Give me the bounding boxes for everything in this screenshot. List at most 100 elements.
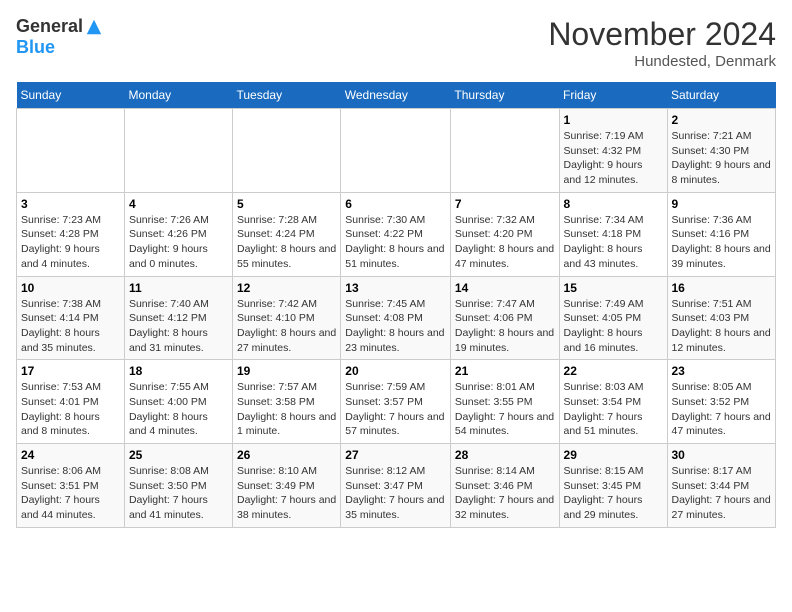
calendar-cell-w5-d2: 25 Sunrise: 8:08 AM Sunset: 3:50 PM Dayli… bbox=[124, 444, 232, 528]
calendar-week-5: 24 Sunrise: 8:06 AM Sunset: 3:51 PM Dayli… bbox=[17, 444, 776, 528]
calendar-cell-w1-d4 bbox=[341, 109, 451, 193]
day-info: Sunrise: 8:06 AM Sunset: 3:51 PM Dayligh… bbox=[21, 464, 120, 523]
day-info: Sunrise: 7:28 AM Sunset: 4:24 PM Dayligh… bbox=[237, 213, 336, 272]
day-number: 30 bbox=[672, 448, 772, 462]
day-number: 21 bbox=[455, 364, 555, 378]
calendar-cell-w5-d7: 30 Sunrise: 8:17 AM Sunset: 3:44 PM Dayli… bbox=[667, 444, 776, 528]
day-info: Sunrise: 8:03 AM Sunset: 3:54 PM Dayligh… bbox=[564, 380, 663, 439]
page-header: General Blue November 2024 Hundested, De… bbox=[16, 16, 776, 70]
header-saturday: Saturday bbox=[667, 82, 776, 109]
month-title: November 2024 bbox=[548, 16, 776, 53]
day-info: Sunrise: 7:51 AM Sunset: 4:03 PM Dayligh… bbox=[672, 297, 772, 356]
day-number: 9 bbox=[672, 197, 772, 211]
calendar-cell-w5-d3: 26 Sunrise: 8:10 AM Sunset: 3:49 PM Dayli… bbox=[233, 444, 341, 528]
day-number: 23 bbox=[672, 364, 772, 378]
day-number: 10 bbox=[21, 281, 120, 295]
calendar-cell-w2-d5: 7Sunrise: 7:32 AM Sunset: 4:20 PM Daylig… bbox=[450, 192, 559, 276]
day-info: Sunrise: 8:01 AM Sunset: 3:55 PM Dayligh… bbox=[455, 380, 555, 439]
calendar-cell-w2-d6: 8 Sunrise: 7:34 AM Sunset: 4:18 PM Daylig… bbox=[559, 192, 667, 276]
calendar-cell-w2-d4: 6Sunrise: 7:30 AM Sunset: 4:22 PM Daylig… bbox=[341, 192, 451, 276]
day-number: 1 bbox=[564, 113, 663, 127]
header-sunday: Sunday bbox=[17, 82, 125, 109]
calendar-cell-w1-d5 bbox=[450, 109, 559, 193]
day-number: 25 bbox=[129, 448, 228, 462]
calendar-cell-w1-d3 bbox=[233, 109, 341, 193]
day-info: Sunrise: 8:14 AM Sunset: 3:46 PM Dayligh… bbox=[455, 464, 555, 523]
calendar-week-3: 10 Sunrise: 7:38 AM Sunset: 4:14 PM Dayli… bbox=[17, 276, 776, 360]
calendar-cell-w3-d3: 12Sunrise: 7:42 AM Sunset: 4:10 PM Dayli… bbox=[233, 276, 341, 360]
logo: General Blue bbox=[16, 16, 103, 58]
logo-icon bbox=[85, 18, 103, 36]
calendar-cell-w4-d5: 21 Sunrise: 8:01 AM Sunset: 3:55 PM Dayli… bbox=[450, 360, 559, 444]
day-info: Sunrise: 7:38 AM Sunset: 4:14 PM Dayligh… bbox=[21, 297, 120, 356]
day-number: 19 bbox=[237, 364, 336, 378]
calendar-cell-w4-d7: 23 Sunrise: 8:05 AM Sunset: 3:52 PM Dayli… bbox=[667, 360, 776, 444]
day-info: Sunrise: 8:15 AM Sunset: 3:45 PM Dayligh… bbox=[564, 464, 663, 523]
logo-blue-text: Blue bbox=[16, 37, 55, 58]
calendar-table: Sunday Monday Tuesday Wednesday Thursday… bbox=[16, 82, 776, 528]
title-area: November 2024 Hundested, Denmark bbox=[548, 16, 776, 70]
calendar-cell-w3-d6: 15 Sunrise: 7:49 AM Sunset: 4:05 PM Dayli… bbox=[559, 276, 667, 360]
calendar-week-2: 3Sunrise: 7:23 AM Sunset: 4:28 PM Daylig… bbox=[17, 192, 776, 276]
calendar-cell-w3-d7: 16 Sunrise: 7:51 AM Sunset: 4:03 PM Dayli… bbox=[667, 276, 776, 360]
day-info: Sunrise: 8:12 AM Sunset: 3:47 PM Dayligh… bbox=[345, 464, 446, 523]
header-friday: Friday bbox=[559, 82, 667, 109]
calendar-cell-w3-d2: 11 Sunrise: 7:40 AM Sunset: 4:12 PM Dayli… bbox=[124, 276, 232, 360]
day-number: 28 bbox=[455, 448, 555, 462]
header-tuesday: Tuesday bbox=[233, 82, 341, 109]
calendar-cell-w1-d2 bbox=[124, 109, 232, 193]
day-number: 20 bbox=[345, 364, 446, 378]
day-number: 22 bbox=[564, 364, 663, 378]
day-info: Sunrise: 8:17 AM Sunset: 3:44 PM Dayligh… bbox=[672, 464, 772, 523]
day-info: Sunrise: 7:40 AM Sunset: 4:12 PM Dayligh… bbox=[129, 297, 228, 356]
day-info: Sunrise: 7:19 AM Sunset: 4:32 PM Dayligh… bbox=[564, 129, 663, 188]
calendar-cell-w4-d1: 17Sunrise: 7:53 AM Sunset: 4:01 PM Dayli… bbox=[17, 360, 125, 444]
day-number: 27 bbox=[345, 448, 446, 462]
header-monday: Monday bbox=[124, 82, 232, 109]
day-info: Sunrise: 7:21 AM Sunset: 4:30 PM Dayligh… bbox=[672, 129, 772, 188]
day-number: 4 bbox=[129, 197, 228, 211]
logo-general-text: General bbox=[16, 16, 83, 37]
header-wednesday: Wednesday bbox=[341, 82, 451, 109]
day-info: Sunrise: 7:59 AM Sunset: 3:57 PM Dayligh… bbox=[345, 380, 446, 439]
day-info: Sunrise: 7:49 AM Sunset: 4:05 PM Dayligh… bbox=[564, 297, 663, 356]
calendar-cell-w1-d1 bbox=[17, 109, 125, 193]
day-number: 2 bbox=[672, 113, 772, 127]
calendar-cell-w4-d2: 18 Sunrise: 7:55 AM Sunset: 4:00 PM Dayli… bbox=[124, 360, 232, 444]
day-number: 12 bbox=[237, 281, 336, 295]
day-info: Sunrise: 7:45 AM Sunset: 4:08 PM Dayligh… bbox=[345, 297, 446, 356]
day-info: Sunrise: 7:55 AM Sunset: 4:00 PM Dayligh… bbox=[129, 380, 228, 439]
day-number: 24 bbox=[21, 448, 120, 462]
calendar-cell-w4-d6: 22 Sunrise: 8:03 AM Sunset: 3:54 PM Dayli… bbox=[559, 360, 667, 444]
calendar-cell-w5-d5: 28 Sunrise: 8:14 AM Sunset: 3:46 PM Dayli… bbox=[450, 444, 559, 528]
calendar-cell-w2-d7: 9 Sunrise: 7:36 AM Sunset: 4:16 PM Daylig… bbox=[667, 192, 776, 276]
calendar-cell-w2-d3: 5 Sunrise: 7:28 AM Sunset: 4:24 PM Daylig… bbox=[233, 192, 341, 276]
day-number: 14 bbox=[455, 281, 555, 295]
day-info: Sunrise: 7:36 AM Sunset: 4:16 PM Dayligh… bbox=[672, 213, 772, 272]
day-number: 8 bbox=[564, 197, 663, 211]
calendar-week-4: 17Sunrise: 7:53 AM Sunset: 4:01 PM Dayli… bbox=[17, 360, 776, 444]
day-number: 11 bbox=[129, 281, 228, 295]
calendar-cell-w3-d1: 10 Sunrise: 7:38 AM Sunset: 4:14 PM Dayli… bbox=[17, 276, 125, 360]
calendar-cell-w3-d4: 13 Sunrise: 7:45 AM Sunset: 4:08 PM Dayli… bbox=[341, 276, 451, 360]
day-number: 18 bbox=[129, 364, 228, 378]
day-info: Sunrise: 7:26 AM Sunset: 4:26 PM Dayligh… bbox=[129, 213, 228, 272]
day-number: 29 bbox=[564, 448, 663, 462]
day-info: Sunrise: 7:34 AM Sunset: 4:18 PM Dayligh… bbox=[564, 213, 663, 272]
day-info: Sunrise: 8:10 AM Sunset: 3:49 PM Dayligh… bbox=[237, 464, 336, 523]
day-number: 15 bbox=[564, 281, 663, 295]
day-info: Sunrise: 8:05 AM Sunset: 3:52 PM Dayligh… bbox=[672, 380, 772, 439]
day-info: Sunrise: 7:53 AM Sunset: 4:01 PM Dayligh… bbox=[21, 380, 120, 439]
day-number: 5 bbox=[237, 197, 336, 211]
day-number: 13 bbox=[345, 281, 446, 295]
calendar-cell-w2-d2: 4 Sunrise: 7:26 AM Sunset: 4:26 PM Daylig… bbox=[124, 192, 232, 276]
day-number: 26 bbox=[237, 448, 336, 462]
day-number: 7 bbox=[455, 197, 555, 211]
calendar-header-row: Sunday Monday Tuesday Wednesday Thursday… bbox=[17, 82, 776, 109]
header-thursday: Thursday bbox=[450, 82, 559, 109]
day-number: 3 bbox=[21, 197, 120, 211]
day-info: Sunrise: 8:08 AM Sunset: 3:50 PM Dayligh… bbox=[129, 464, 228, 523]
calendar-cell-w5-d4: 27 Sunrise: 8:12 AM Sunset: 3:47 PM Dayli… bbox=[341, 444, 451, 528]
day-number: 16 bbox=[672, 281, 772, 295]
calendar-week-1: 1 Sunrise: 7:19 AM Sunset: 4:32 PM Daylig… bbox=[17, 109, 776, 193]
